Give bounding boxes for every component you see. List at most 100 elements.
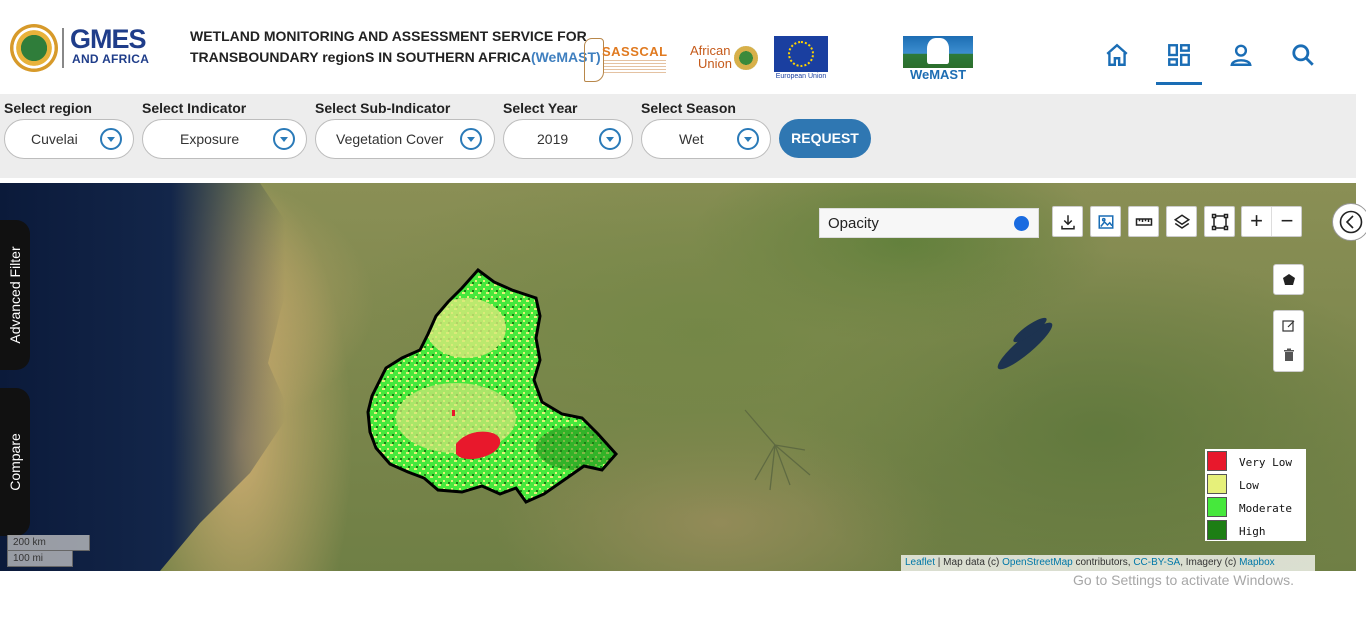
chevron-down-icon <box>100 128 122 150</box>
legend-label: Very Low <box>1239 456 1292 469</box>
collapse-panel-button[interactable] <box>1332 203 1366 241</box>
legend-swatch <box>1207 451 1227 471</box>
year-select[interactable]: 2019 <box>503 119 633 159</box>
cc-link[interactable]: CC-BY-SA <box>1133 557 1180 568</box>
sasscal-subtext <box>604 60 666 74</box>
region-label: Select region <box>4 100 92 116</box>
app-header: GMES AND AFRICA WETLAND MONITORING AND A… <box>0 0 1366 94</box>
title-line-2: TRANSBOUNDARY regionS IN SOUTHERN AFRICA… <box>190 47 601 68</box>
year-filter: Select Year <box>503 100 577 118</box>
au-line-2: Union <box>698 56 732 71</box>
african-union-logo: African Union <box>688 42 758 72</box>
advanced-filter-tab[interactable]: Advanced Filter <box>0 220 30 370</box>
measure-button[interactable] <box>1128 206 1159 237</box>
edit-tools <box>1273 310 1304 372</box>
chevron-down-icon <box>737 128 759 150</box>
africa-globe-icon <box>10 24 58 72</box>
au-emblem-icon <box>734 46 758 70</box>
user-icon[interactable] <box>1226 40 1256 72</box>
indicator-select[interactable]: Exposure <box>142 119 307 159</box>
zoom-out-button[interactable]: − <box>1272 207 1302 236</box>
eu-flag-icon <box>774 36 828 72</box>
trash-icon[interactable] <box>1282 348 1296 362</box>
polygon-icon <box>1283 274 1295 285</box>
layers-button[interactable] <box>1166 206 1197 237</box>
wemast-label: WeMAST <box>909 67 967 82</box>
logo-subtext: AND AFRICA <box>72 52 150 66</box>
dashboard-icon[interactable] <box>1164 40 1194 72</box>
title-line-1: WETLAND MONITORING AND ASSESSMENT SERVIC… <box>190 28 587 44</box>
map-legend: Very Low Low Moderate High <box>1205 449 1306 541</box>
subindicator-value: Vegetation Cover <box>336 131 444 147</box>
subindicator-select[interactable]: Vegetation Cover <box>315 119 495 159</box>
legend-label: Low <box>1239 479 1259 492</box>
year-value: 2019 <box>537 131 569 147</box>
legend-swatch <box>1207 520 1227 540</box>
indicator-filter: Select Indicator <box>142 100 246 118</box>
eu-logo: European Union <box>774 36 828 82</box>
season-value: Wet <box>679 131 704 147</box>
wemast-emblem-icon <box>903 36 973 68</box>
chevron-left-icon <box>1339 210 1363 234</box>
mapbox-link[interactable]: Mapbox <box>1239 557 1275 568</box>
sasscal-map-icon <box>584 38 604 82</box>
attrib-text-3: , Imagery (c) <box>1180 557 1240 568</box>
map-view[interactable] <box>0 183 1356 571</box>
logo-text: GMES <box>70 24 147 54</box>
legend-label: High <box>1239 525 1266 538</box>
compare-tab[interactable]: Compare <box>0 388 30 536</box>
season-label: Select Season <box>641 100 736 116</box>
image-button[interactable] <box>1090 206 1121 237</box>
legend-label: Moderate <box>1239 502 1292 515</box>
cuvelai-basin-overlay <box>366 268 619 504</box>
draw-polygon-button[interactable] <box>1273 264 1304 295</box>
active-nav-indicator <box>1156 82 1202 85</box>
region-select[interactable]: Cuvelai <box>4 119 134 159</box>
sasscal-text: SASSCAL <box>602 44 668 59</box>
windows-activation-watermark: Go to Settings to activate Windows. <box>1073 572 1294 588</box>
season-select[interactable]: Wet <box>641 119 771 159</box>
download-button[interactable] <box>1052 206 1083 237</box>
okavango-delta <box>744 409 811 491</box>
request-button[interactable]: REQUEST <box>779 119 871 158</box>
attrib-text-2: contributors, <box>1072 557 1134 568</box>
ruler-icon <box>1135 218 1153 226</box>
subindicator-label: Select Sub-Indicator <box>315 100 451 116</box>
region-filter: Select region <box>4 100 92 118</box>
chevron-down-icon <box>599 128 621 150</box>
region-value: Cuvelai <box>31 131 78 147</box>
fullscreen-icon <box>1211 213 1229 231</box>
opacity-slider[interactable]: Opacity <box>819 208 1039 238</box>
sasscal-logo: SASSCAL <box>584 38 672 82</box>
gmes-africa-logo[interactable]: GMES AND AFRICA <box>10 22 160 72</box>
search-icon[interactable] <box>1288 40 1318 72</box>
scale-km: 200 km <box>7 535 90 551</box>
eu-label: European Union <box>775 73 827 80</box>
zoom-in-button[interactable]: + <box>1242 207 1272 236</box>
attrib-text-1: | Map data (c) <box>935 557 1003 568</box>
edit-icon[interactable] <box>1282 319 1296 333</box>
compare-label: Compare <box>7 433 23 491</box>
map-attribution: Leaflet | Map data (c) OpenStreetMap con… <box>901 555 1315 571</box>
legend-swatch <box>1207 497 1227 517</box>
osm-link[interactable]: OpenStreetMap <box>1002 557 1073 568</box>
layers-icon <box>1173 214 1191 229</box>
chevron-down-icon <box>273 128 295 150</box>
au-text: African Union <box>690 44 732 70</box>
opacity-slider-handle[interactable] <box>1014 216 1029 231</box>
year-label: Select Year <box>503 100 578 116</box>
wemast-logo: WeMAST <box>903 36 973 82</box>
opacity-label: Opacity <box>828 215 879 232</box>
indicator-label: Select Indicator <box>142 100 247 116</box>
scale-mi: 100 mi <box>7 551 73 567</box>
home-icon[interactable] <box>1102 40 1132 72</box>
logo-divider <box>62 28 64 68</box>
fullscreen-button[interactable] <box>1204 206 1235 237</box>
chevron-down-icon <box>460 128 482 150</box>
leaflet-link[interactable]: Leaflet <box>905 557 935 568</box>
advanced-filter-label: Advanced Filter <box>7 246 23 344</box>
ocean-area <box>0 183 285 571</box>
title-line-2-text: TRANSBOUNDARY regionS IN SOUTHERN AFRICA <box>190 49 531 65</box>
subindicator-filter: Select Sub-Indicator <box>315 100 450 118</box>
season-filter: Select Season <box>641 100 736 118</box>
